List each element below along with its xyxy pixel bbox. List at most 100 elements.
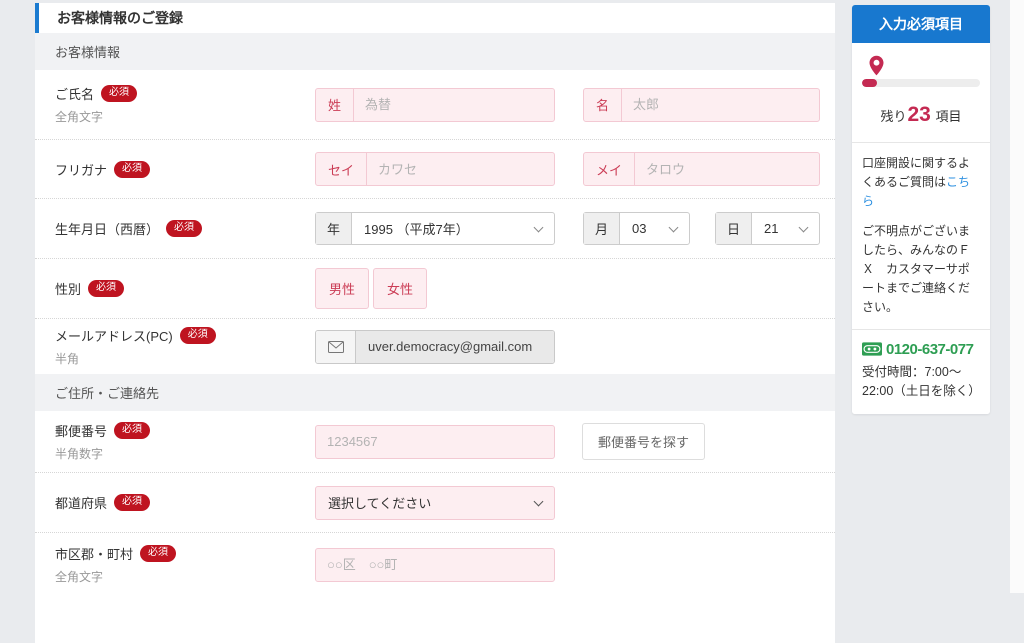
name-label-block: ご氏名 必須 全角文字 [55,84,315,125]
gender-label: 性別 [55,282,82,297]
required-badge: 必須 [101,85,138,102]
prefecture-select[interactable]: 選択してください [315,485,555,520]
birth-year-prefix: 年 [316,213,353,244]
form-row-name: ご氏名 必須 全角文字 姓 名 [35,70,835,140]
email-field: uver.democracy@gmail.com [315,329,555,364]
last-kana-field[interactable]: セイ [315,152,555,186]
sidebar-title: 入力必須項目 [852,5,990,43]
support-text: ご不明点がございましたら、みんなのＦＸ カスタマーサポートまでご連絡ください。 [862,223,971,315]
required-badge: 必須 [88,280,125,297]
form-row-gender: 性別 必須 男性 女性 [35,259,835,319]
name-hint: 全角文字 [55,110,104,124]
prefecture-label: 都道府県 [55,496,108,511]
required-items-sidebar: 入力必須項目 残り23 項目 口座開設に関するよくあるご質問はこちら ご不明点が… [852,5,990,415]
section-address-contact: ご住所・ご連絡先 [35,374,835,411]
page-title: お客様情報のご登録 [57,10,183,26]
section-title: ご住所・ご連絡先 [55,386,160,401]
section-title: お客様情報 [55,45,121,60]
last-kana-prefix: セイ [316,153,368,185]
name-label: ご氏名 [55,87,95,102]
birth-year-select[interactable]: 年 1995 （平成7年） [315,212,555,245]
progress-block [852,43,990,87]
phone-number[interactable]: 0120-637-077 [886,341,974,358]
chevron-down-icon [533,496,544,506]
phone-block: 0120-637-077 受付時間：7:00〜 22:00（土日を除く） [852,330,990,415]
form-row-email: メールアドレス(PC) 必須 半角 uver.democracy@gmail.c… [35,319,835,374]
first-kana-prefix: メイ [584,153,636,185]
gender-label-block: 性別 必須 [55,279,315,298]
first-name-field[interactable]: 名 [583,87,820,122]
progress-bar [862,79,980,87]
form-row-furigana: フリガナ 必須 セイ メイ [35,140,835,199]
first-name-input[interactable] [622,88,819,121]
email-label: メールアドレス(PC) [55,329,173,344]
furigana-label-block: フリガナ 必須 [55,160,315,179]
birth-day-prefix: 日 [716,213,753,244]
remaining-counter: 残り23 項目 [852,103,990,127]
progress-fill [862,79,878,87]
birth-month-select[interactable]: 月 03 [583,212,690,245]
remaining-suffix: 項目 [935,109,962,124]
birth-month-prefix: 月 [584,213,621,244]
hours-line2: 22:00（土日を除く） [862,383,981,398]
postal-search-button[interactable]: 郵便番号を探す [582,423,706,460]
remaining-count: 23 [907,103,931,126]
registration-form-panel: お客様情報のご登録 お客様情報 ご氏名 必須 全角文字 姓 名 [35,3,835,643]
map-pin-icon [869,55,884,76]
form-row-birthdate: 生年月日（西暦） 必須 年 1995 （平成7年） 月 03 日 21 [35,199,835,259]
postal-input[interactable] [316,425,554,458]
postal-label: 郵便番号 [55,424,108,439]
chevron-down-icon [533,222,544,232]
sidebar-help-text: 口座開設に関するよくあるご質問はこちら ご不明点がございましたら、みんなのＦＸ … [852,143,990,329]
scrollbar-track[interactable] [1010,0,1024,593]
required-badge: 必須 [114,160,151,178]
city-label: 市区郡・町村 [55,547,134,562]
birthdate-label: 生年月日（西暦） [55,222,160,237]
prefecture-label-block: 都道府県 必須 [55,493,315,512]
last-name-input[interactable] [354,88,554,121]
city-label-block: 市区郡・町村 必須 全角文字 [55,544,315,585]
city-input[interactable] [316,548,554,581]
postal-field[interactable] [315,424,555,459]
first-kana-input[interactable] [635,153,819,185]
last-kana-input[interactable] [367,153,554,185]
first-kana-field[interactable]: メイ [583,152,820,186]
first-name-prefix: 名 [584,88,623,121]
city-field[interactable] [315,547,555,582]
remaining-prefix: 残り [880,109,907,124]
form-row-postal: 郵便番号 必須 半角数字 郵便番号を探す [35,411,835,473]
postal-hint: 半角数字 [55,447,104,461]
birthdate-label-block: 生年月日（西暦） 必須 [55,219,315,238]
gender-female-button[interactable]: 女性 [373,268,428,309]
required-badge: 必須 [114,494,151,511]
chevron-down-icon [798,222,809,232]
form-row-city: 市区郡・町村 必須 全角文字 [35,533,835,596]
prefecture-value: 選択してください [328,496,432,511]
required-badge: 必須 [179,327,216,344]
last-name-field[interactable]: 姓 [315,87,555,122]
free-dial-icon [862,342,882,356]
envelope-icon [327,340,344,353]
required-badge: 必須 [114,422,151,439]
last-name-prefix: 姓 [316,88,355,121]
city-hint: 全角文字 [55,570,104,584]
furigana-label: フリガナ [55,162,108,178]
birth-year-value: 1995 （平成7年） [364,222,469,237]
page-title-bar: お客様情報のご登録 [35,3,835,33]
email-icon-box [316,330,356,363]
birth-day-value: 21 [764,221,779,236]
section-customer-info: お客様情報 [35,33,835,70]
hours-line1: 受付時間：7:00〜 [862,364,962,379]
phone-hours: 受付時間：7:00〜 22:00（土日を除く） [862,363,981,402]
birth-day-select[interactable]: 日 21 [715,212,820,245]
email-value: uver.democracy@gmail.com [356,330,554,363]
required-badge: 必須 [166,220,203,237]
birth-month-value: 03 [632,221,647,236]
required-badge: 必須 [140,545,177,562]
form-row-prefecture: 都道府県 必須 選択してください [35,473,835,533]
postal-label-block: 郵便番号 必須 半角数字 [55,421,315,462]
email-label-block: メールアドレス(PC) 必須 半角 [55,326,315,367]
gender-male-button[interactable]: 男性 [315,268,370,309]
chevron-down-icon [668,222,679,232]
email-hint: 半角 [55,352,80,366]
